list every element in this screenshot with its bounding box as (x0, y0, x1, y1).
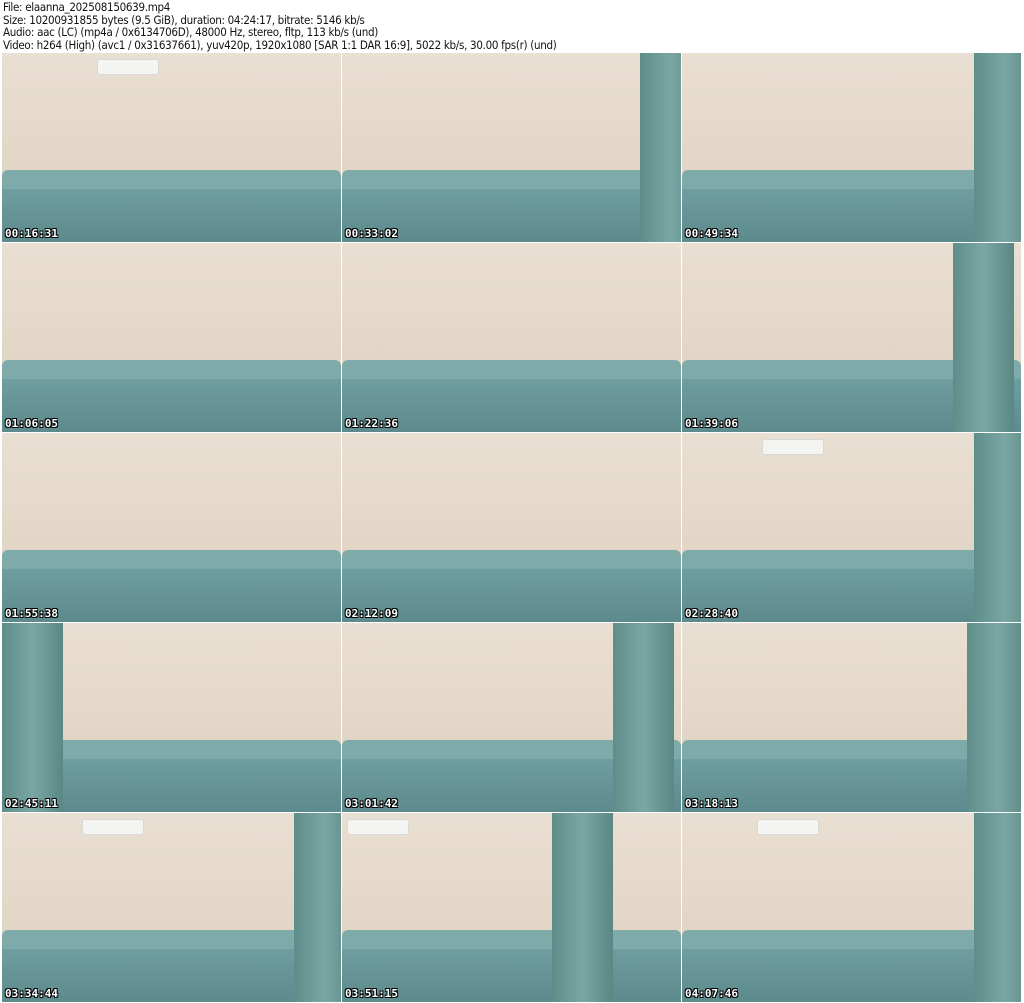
curtain (973, 433, 1021, 622)
video-thumbnail[interactable]: 01:55:38 (2, 433, 341, 622)
air-conditioner (757, 819, 819, 835)
video-thumbnail[interactable]: 02:28:40 (682, 433, 1021, 622)
video-thumbnail[interactable]: 01:39:06 (682, 243, 1021, 432)
video-thumbnail[interactable]: 02:12:09 (342, 433, 681, 622)
thumbnail-timestamp: 01:39:06 (685, 417, 738, 430)
video-thumbnail[interactable]: 03:34:44 (2, 813, 341, 1002)
thumbnail-timestamp: 03:18:13 (685, 797, 738, 810)
thumbnail-timestamp: 01:06:05 (5, 417, 58, 430)
video-thumbnail[interactable]: 00:49:34 (682, 53, 1021, 242)
thumbnail-timestamp: 00:33:02 (345, 227, 398, 240)
audio-info: Audio: aac (LC) (mp4a / 0x6134706D), 480… (3, 25, 378, 40)
thumbnail-timestamp: 02:45:11 (5, 797, 58, 810)
video-thumbnail[interactable]: 02:45:11 (2, 623, 341, 812)
curtain (293, 813, 341, 1002)
video-thumbnail[interactable]: 00:16:31 (2, 53, 341, 242)
curtain (613, 623, 675, 812)
video-thumbnail[interactable]: 03:18:13 (682, 623, 1021, 812)
video-thumbnail[interactable]: 01:06:05 (2, 243, 341, 432)
air-conditioner (762, 439, 824, 455)
air-conditioner (82, 819, 144, 835)
curtain (966, 623, 1021, 812)
thumbnail-timestamp: 02:12:09 (345, 607, 398, 620)
thumbnail-timestamp: 02:28:40 (685, 607, 738, 620)
video-thumbnail[interactable]: 01:22:36 (342, 243, 681, 432)
thumbnail-timestamp: 03:51:15 (345, 987, 398, 1000)
thumbnail-timestamp: 01:22:36 (345, 417, 398, 430)
curtain (640, 53, 681, 242)
curtain (552, 813, 614, 1002)
thumbnail-timestamp: 03:01:42 (345, 797, 398, 810)
thumbnail-timestamp: 01:55:38 (5, 607, 58, 620)
thumbnail-timestamp: 03:34:44 (5, 987, 58, 1000)
air-conditioner (97, 59, 159, 75)
video-thumbnail[interactable]: 03:51:15 (342, 813, 681, 1002)
file-name: File: elaanna_202508150639.mp4 (3, 0, 171, 14)
video-info: Video: h264 (High) (avc1 / 0x31637661), … (3, 37, 557, 52)
thumbnail-grid: 00:16:31 00:33:02 00:49:34 01:06:05 01:22:36… (2, 53, 1022, 1002)
file-info-header: File: elaanna_202508150639.mp4 Size: 102… (3, 1, 557, 51)
video-thumbnail[interactable]: 00:33:02 (342, 53, 681, 242)
thumbnail-timestamp: 00:16:31 (5, 227, 58, 240)
curtain (973, 53, 1021, 242)
air-conditioner (347, 819, 409, 835)
curtain (973, 813, 1021, 1002)
curtain (953, 243, 1015, 432)
curtain (2, 623, 64, 812)
video-thumbnail[interactable]: 04:07:46 (682, 813, 1021, 1002)
video-thumbnail[interactable]: 03:01:42 (342, 623, 681, 812)
thumbnail-timestamp: 04:07:46 (685, 987, 738, 1000)
thumbnail-timestamp: 00:49:34 (685, 227, 738, 240)
